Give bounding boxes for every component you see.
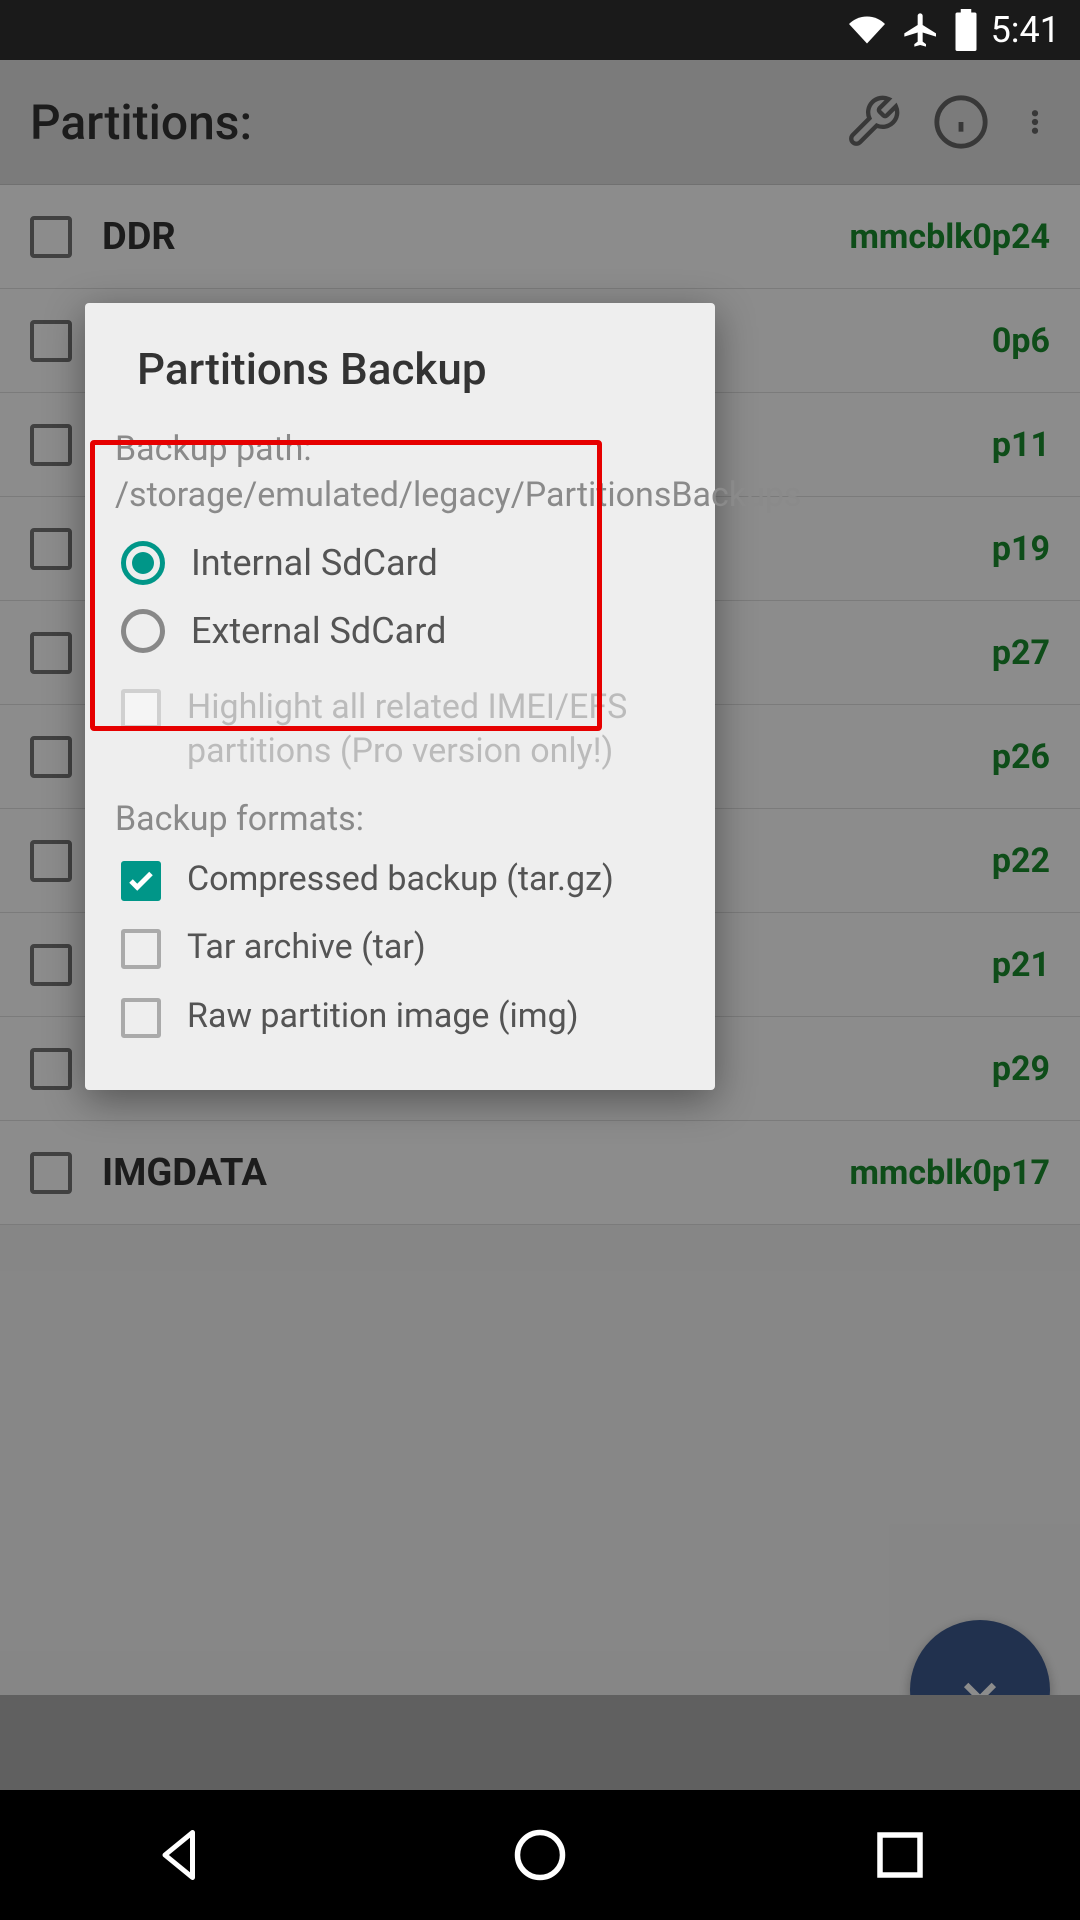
checkbox-icon (121, 929, 161, 969)
airplane-icon (901, 10, 941, 50)
formats-label: Backup formats: (85, 785, 715, 845)
status-bar: 5:41 (0, 0, 1080, 60)
bottom-gray-bar (0, 1695, 1080, 1790)
recent-button[interactable] (870, 1825, 930, 1885)
checkbox-icon (121, 861, 161, 901)
annotation-highlight (90, 440, 602, 731)
tar-checkbox[interactable]: Tar archive (tar) (85, 913, 715, 981)
home-button[interactable] (510, 1825, 570, 1885)
back-button[interactable] (150, 1825, 210, 1885)
checkbox-icon (121, 998, 161, 1038)
nav-bar (0, 1790, 1080, 1920)
raw-checkbox[interactable]: Raw partition image (img) (85, 982, 715, 1050)
battery-icon (953, 9, 979, 51)
backup-dialog: Partitions Backup Backup path: /storage/… (85, 303, 715, 1090)
dialog-title: Partitions Backup (85, 343, 715, 415)
compressed-checkbox[interactable]: Compressed backup (tar.gz) (85, 845, 715, 913)
status-time: 5:41 (991, 9, 1060, 51)
wifi-icon (845, 12, 889, 48)
